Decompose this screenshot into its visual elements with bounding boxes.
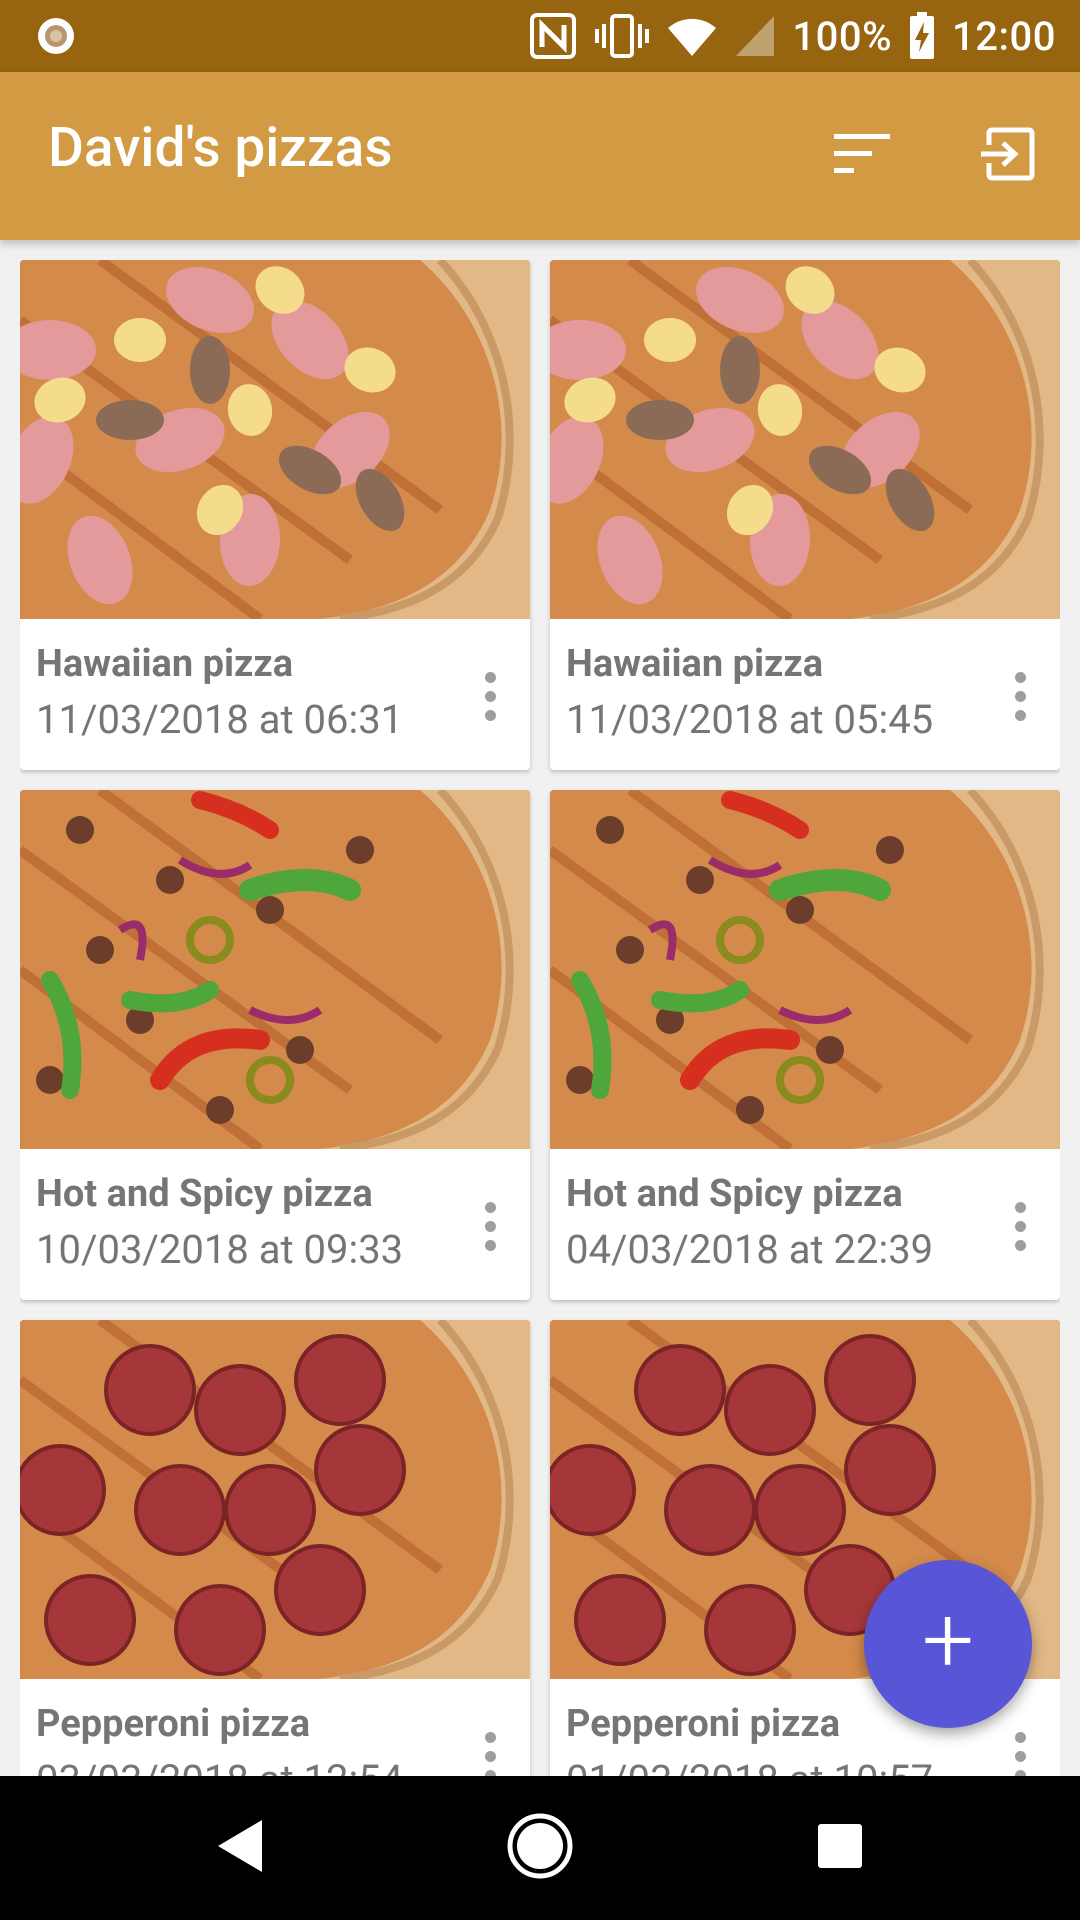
wifi-icon <box>666 14 718 58</box>
pizza-date: 10/03/2018 at 09:33 <box>36 1226 404 1273</box>
pizza-date: 11/03/2018 at 05:45 <box>566 696 934 743</box>
more-vert-icon[interactable] <box>1000 1190 1040 1262</box>
pizza-name: Pepperoni pizza <box>36 1702 311 1746</box>
exit-button[interactable] <box>972 120 1044 192</box>
plus-icon: + <box>922 1587 974 1694</box>
exit-icon <box>979 125 1037 187</box>
pizza-photo-spicy <box>20 790 530 1149</box>
pizza-name: Hot and Spicy pizza <box>566 1172 903 1216</box>
cell-signal-icon <box>734 14 776 58</box>
status-bar: 100% 12:00 <box>0 0 1080 72</box>
home-icon <box>506 1812 574 1884</box>
more-vert-icon[interactable] <box>470 1720 510 1776</box>
more-vert-icon[interactable] <box>470 660 510 732</box>
clock: 12:00 <box>952 12 1056 60</box>
pizza-photo-spicy <box>550 790 1060 1149</box>
pizza-card[interactable]: Hawaiian pizza 11/03/2018 at 05:45 <box>550 260 1060 770</box>
pizza-card[interactable]: Hawaiian pizza 11/03/2018 at 06:31 <box>20 260 530 770</box>
pizza-name: Pepperoni pizza <box>566 1702 841 1746</box>
recents-icon <box>816 1822 864 1874</box>
navigation-bar <box>0 1776 1080 1920</box>
pizza-name: Hawaiian pizza <box>566 642 824 686</box>
notification-dot-icon <box>34 14 78 58</box>
pizza-name: Hot and Spicy pizza <box>36 1172 373 1216</box>
pizza-name: Hawaiian pizza <box>36 642 294 686</box>
vibrate-icon <box>594 11 650 61</box>
pizza-photo-hawaiian <box>20 260 530 619</box>
pizza-date: 04/03/2018 at 22:39 <box>566 1226 934 1273</box>
add-pizza-button[interactable]: + <box>864 1560 1032 1728</box>
page-title: David's pizzas <box>48 116 393 180</box>
back-button[interactable] <box>170 1776 310 1920</box>
home-button[interactable] <box>470 1776 610 1920</box>
pizza-date: 01/03/2018 at 10:57 <box>566 1756 933 1776</box>
more-vert-icon[interactable] <box>1000 660 1040 732</box>
pizza-date: 03/03/2018 at 12:54 <box>36 1756 403 1776</box>
pizza-card[interactable]: Hot and Spicy pizza 04/03/2018 at 22:39 <box>550 790 1060 1300</box>
nfc-icon <box>528 11 578 61</box>
pizza-date: 11/03/2018 at 06:31 <box>36 696 404 743</box>
sort-icon <box>834 134 890 178</box>
battery-percent: 100% <box>792 12 893 60</box>
sort-button[interactable] <box>826 120 898 192</box>
pizza-photo-pepperoni <box>20 1320 530 1679</box>
recents-button[interactable] <box>770 1776 910 1920</box>
app-screen: 100% 12:00 David's pizzas Hawaiian pizza… <box>0 0 1080 1920</box>
app-toolbar: David's pizzas <box>0 72 1080 240</box>
back-icon <box>212 1816 268 1880</box>
pizza-photo-hawaiian <box>550 260 1060 619</box>
pizza-grid: Hawaiian pizza 11/03/2018 at 06:31 Hawai… <box>20 260 1060 1776</box>
pizza-card[interactable]: Hot and Spicy pizza 10/03/2018 at 09:33 <box>20 790 530 1300</box>
more-vert-icon[interactable] <box>1000 1720 1040 1776</box>
battery-charging-icon <box>908 12 936 60</box>
more-vert-icon[interactable] <box>470 1190 510 1262</box>
pizza-card[interactable]: Pepperoni pizza 03/03/2018 at 12:54 <box>20 1320 530 1776</box>
